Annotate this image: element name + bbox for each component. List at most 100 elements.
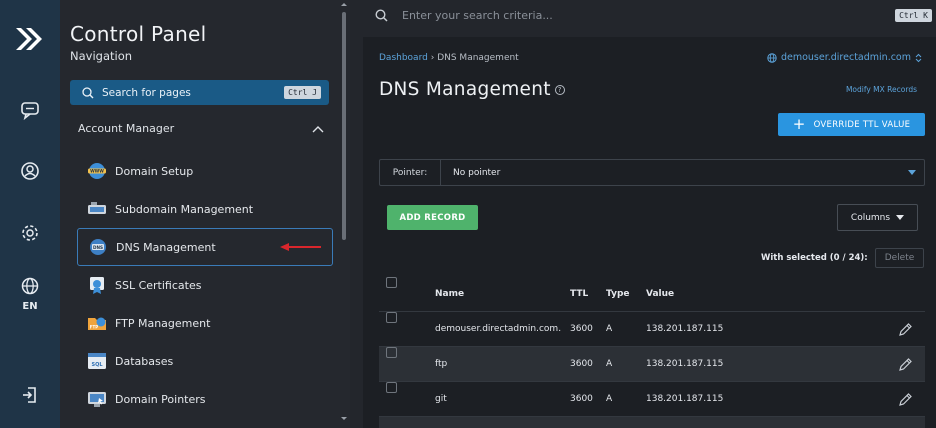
domain-selector[interactable]: demouser.directadmin.com [767,52,922,63]
subdomain-icon [87,199,107,219]
cell-name: demouser.directadmin.com. [435,324,562,334]
page-search-label: Search for pages [102,86,191,99]
override-ttl-label: OVERRIDE TTL VALUE [813,119,911,130]
panel-subtitle: Navigation [70,49,133,63]
table-row[interactable]: git 3600 A 138.201.187.115 [379,382,925,417]
nav-item-label: Databases [115,354,174,368]
page-title: DNS Management? [379,79,565,100]
table-row[interactable]: ftp 3600 A 138.201.187.115 [379,347,925,382]
cell-ttl: 3600 [570,394,593,404]
cell-value: 138.201.187.115 [646,359,724,369]
nav-item-domain-setup[interactable]: WWW Domain Setup [77,152,333,190]
plus-icon: + [792,115,806,133]
row-checkbox[interactable] [386,347,397,358]
navigation-panel: Control Panel Navigation Search for page… [60,0,350,428]
settings-gear-icon[interactable] [17,220,43,246]
edit-pencil-icon[interactable] [898,322,913,337]
svg-text:FTP: FTP [90,325,98,330]
domain-selector-value: demouser.directadmin.com [780,52,911,63]
cell-name: git [435,394,447,404]
nav-item-label: Domain Setup [115,164,194,178]
chevron-up-icon [312,125,324,132]
user-profile-icon[interactable] [17,158,43,184]
column-header-value[interactable]: Value [646,277,674,312]
search-icon [82,86,94,98]
row-checkbox[interactable] [386,312,397,323]
pointer-select[interactable]: Pointer: No pointer [379,159,925,186]
column-header-type[interactable]: Type [606,277,629,312]
scroll-up-arrow-icon[interactable] [340,2,348,7]
cell-value: 138.201.187.115 [646,324,724,334]
nav-item-label: Domain Pointers [115,392,206,406]
nav-item-ftp-management[interactable]: FTP FTP Management [77,304,333,342]
annotation-arrow-icon [280,243,321,251]
shortcut-badge: Ctrl K [895,8,932,22]
nav-item-label: DNS Management [116,240,216,254]
search-icon [375,8,388,22]
main-content: Dashboard › DNS Management demouser.dire… [363,37,936,428]
global-search-bar[interactable]: Enter your search criteria... Ctrl K [363,0,936,30]
chevron-updown-icon [915,53,922,62]
select-all-checkbox[interactable] [386,277,397,288]
global-search-input[interactable]: Enter your search criteria... [402,9,895,22]
table-row[interactable] [379,417,925,428]
edit-pencil-icon[interactable] [898,357,913,372]
nav-item-domain-pointers[interactable]: Domain Pointers [77,380,333,418]
edit-pencil-icon[interactable] [898,392,913,407]
svg-text:DNS: DNS [93,245,103,250]
cell-name: ftp [435,359,448,369]
www-icon: WWW [87,161,107,181]
nav-item-dns-management[interactable]: DNS DNS Management [77,228,333,266]
database-icon: SQL [87,351,107,371]
override-ttl-button[interactable]: + OVERRIDE TTL VALUE [778,113,925,136]
row-checkbox[interactable] [386,382,397,393]
dns-icon: DNS [88,237,108,257]
ftp-folder-icon: FTP [87,313,107,333]
modify-mx-records-link[interactable]: Modify MX Records [846,85,917,94]
nav-scrollbar[interactable] [340,2,348,421]
nav-item-ssl-certificates[interactable]: SSL Certificates [77,266,333,304]
column-header-name[interactable]: Name [435,277,464,312]
nav-item-label: Subdomain Management [115,202,254,216]
cell-ttl: 3600 [570,359,593,369]
caret-down-icon [896,215,905,220]
ssl-certificate-icon [87,275,107,295]
svg-text:SQL: SQL [91,362,103,368]
svg-text:WWW: WWW [90,169,104,174]
nav-item-subdomain-management[interactable]: Subdomain Management [77,190,333,228]
dns-records-table: Name TTL Type Value demouser.directadmin… [379,277,925,428]
delete-button[interactable]: Delete [875,248,924,268]
breadcrumb-separator: › [430,53,435,63]
panel-title: Control Panel [70,22,207,46]
cell-type: A [606,359,613,369]
icon-rail: EN [0,0,60,428]
breadcrumb: Dashboard › DNS Management [379,53,519,63]
shortcut-badge: Ctrl J [284,86,321,99]
help-icon[interactable]: ? [554,85,565,95]
selection-count: With selected (0 / 24): [761,253,868,263]
columns-label: Columns [850,212,891,223]
account-manager-section-toggle[interactable]: Account Manager [78,122,324,135]
table-row[interactable]: demouser.directadmin.com. 3600 A 138.201… [379,312,925,347]
column-header-ttl[interactable]: TTL [570,277,588,312]
columns-button[interactable]: Columns [837,204,918,231]
messages-icon[interactable] [17,97,43,123]
breadcrumb-dashboard-link[interactable]: Dashboard [379,53,428,63]
cell-ttl: 3600 [570,324,593,334]
page-search-button[interactable]: Search for pages Ctrl J [70,80,329,105]
page-title-text: DNS Management [379,79,551,100]
scroll-down-arrow-icon[interactable] [340,416,348,421]
logout-icon[interactable] [17,382,43,408]
cell-type: A [606,324,613,334]
language-code[interactable]: EN [0,301,60,312]
scrollbar-thumb[interactable] [342,12,346,240]
add-record-button[interactable]: ADD RECORD [387,205,478,230]
nav-item-label: FTP Management [115,316,211,330]
directadmin-logo-icon[interactable] [12,22,46,56]
language-globe-icon[interactable] [17,273,43,299]
nav-item-databases[interactable]: SQL Databases [77,342,333,380]
nav-item-label: SSL Certificates [115,278,202,292]
caret-down-icon [908,170,916,175]
app-window: EN Control Panel Navigation Search for p… [0,0,936,428]
breadcrumb-current: DNS Management [437,53,519,63]
